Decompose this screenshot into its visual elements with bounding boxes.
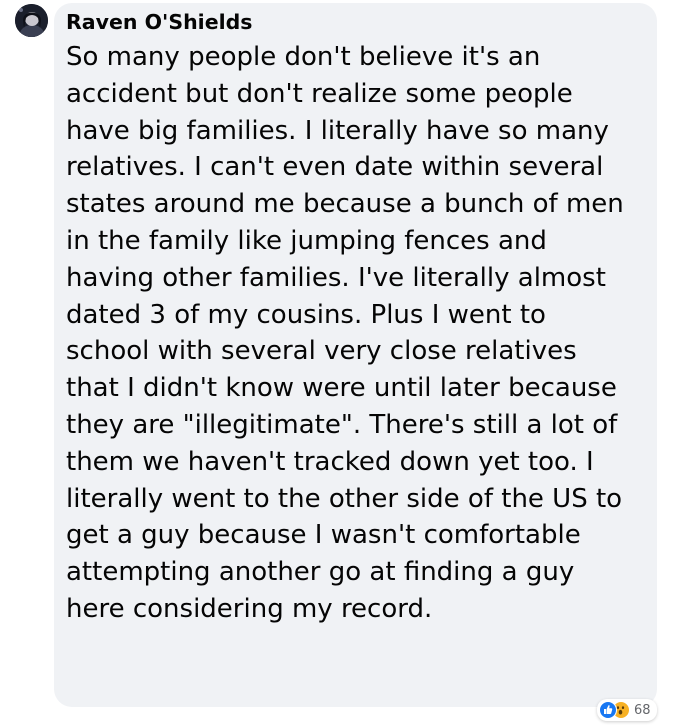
like-icon <box>599 701 617 719</box>
reaction-summary[interactable]: 68 <box>597 699 657 721</box>
avatar[interactable] <box>15 4 48 37</box>
comment-bubble: Raven O'Shields So many people don't bel… <box>54 3 657 707</box>
comment-text: So many people don't believe it's an acc… <box>66 42 624 624</box>
reaction-count: 68 <box>634 702 651 718</box>
comment-author[interactable]: Raven O'Shields <box>66 9 645 35</box>
profile-photo-icon <box>15 4 48 37</box>
